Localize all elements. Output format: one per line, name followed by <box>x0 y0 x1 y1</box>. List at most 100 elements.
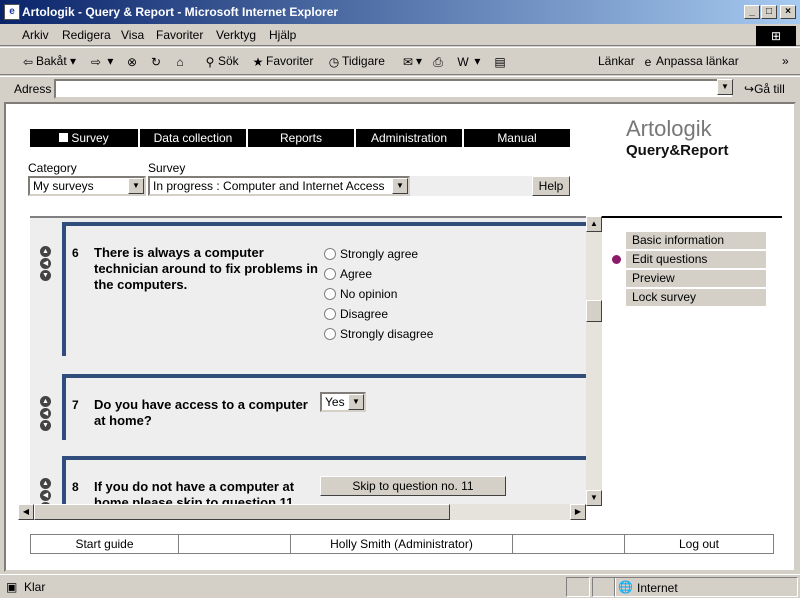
search-button[interactable]: ⚲ Sök <box>202 54 239 70</box>
status-pane-1 <box>566 577 590 597</box>
go-arrow-icon: ↪ <box>744 82 755 96</box>
links-label[interactable]: Länkar <box>598 54 635 68</box>
search-icon: ⚲ <box>205 55 215 69</box>
radio-disagree[interactable] <box>324 308 336 320</box>
active-tab-marker <box>59 133 69 142</box>
toolbar-overflow-icon[interactable]: » <box>782 54 789 68</box>
tab-reports[interactable]: Reports <box>248 129 354 147</box>
scroll-left-icon[interactable]: ◀ <box>18 504 34 520</box>
menu-hjalp[interactable]: Hjälp <box>269 28 296 42</box>
menu-favoriter[interactable]: Favoriter <box>156 28 203 42</box>
menu-redigera[interactable]: Redigera <box>62 28 111 42</box>
tab-manual[interactable]: Manual <box>464 129 570 147</box>
menu-visa[interactable]: Visa <box>121 28 144 42</box>
move-up-icon[interactable]: ▲ <box>40 478 51 489</box>
move-down-icon[interactable]: ▼ <box>40 420 51 431</box>
questions-panel: ▲ ◀ ▼ 6 There is always a computer techn… <box>30 216 586 506</box>
windows-logo-icon: ⊞ <box>756 26 796 46</box>
title-bar: e Artologik - Query & Report - Microsoft… <box>0 0 800 24</box>
side-preview[interactable]: Preview <box>626 270 766 287</box>
globe-icon: 🌐 <box>618 580 633 594</box>
skip-question-button[interactable]: Skip to question no. 11 <box>320 476 506 496</box>
category-select[interactable]: My surveys ▼ <box>28 176 146 196</box>
favorites-button[interactable]: ★ Favoriter <box>250 54 314 70</box>
move-down-icon[interactable]: ▼ <box>40 270 51 281</box>
survey-select[interactable]: In progress : Computer and Internet Acce… <box>148 176 410 196</box>
question-6: 6 There is always a computer technician … <box>62 222 586 356</box>
vertical-scrollbar[interactable]: ▲ ▼ <box>586 216 602 506</box>
move-left-icon[interactable]: ◀ <box>40 408 51 419</box>
logout-link[interactable]: Log out <box>625 535 773 553</box>
stop-button[interactable]: ⊗ <box>124 54 140 70</box>
radio-agree[interactable] <box>324 268 336 280</box>
radio-no-opinion[interactable] <box>324 288 336 300</box>
option-label: No opinion <box>340 287 398 301</box>
status-bar: ▣ Klar 🌐 Internet <box>0 574 800 598</box>
page-content: Survey Data collection Reports Administr… <box>4 102 796 572</box>
footer-empty-1 <box>179 535 291 553</box>
refresh-button[interactable]: ↻ <box>148 54 164 70</box>
active-bullet-icon <box>612 255 621 264</box>
minimize-button[interactable]: _ <box>744 5 760 19</box>
question-7: 7 Do you have access to a computer at ho… <box>62 374 586 440</box>
close-button[interactable]: × <box>780 5 796 19</box>
address-dropdown-icon[interactable]: ▼ <box>717 79 733 95</box>
address-input[interactable] <box>54 79 734 99</box>
back-button[interactable]: ⇦ Bakåt ▾ <box>20 54 76 70</box>
ie-link-icon: e <box>644 55 652 69</box>
print-button[interactable]: ⎙ <box>430 54 446 70</box>
question-number: 6 <box>72 246 79 260</box>
mail-icon: ✉ <box>402 55 414 69</box>
chevron-down-icon: ▼ <box>392 178 408 194</box>
back-arrow-icon: ⇦ <box>22 55 34 69</box>
forward-arrow-icon: ⇨ <box>90 55 102 69</box>
address-bar: Adress ▼ ↪Gå till <box>0 76 800 100</box>
option-label: Disagree <box>340 307 389 321</box>
history-button[interactable]: ◷ Tidigare <box>326 54 385 70</box>
horizontal-scrollbar[interactable]: ◀ ▶ <box>18 504 586 520</box>
mail-button[interactable]: ✉ ▾ <box>400 54 422 70</box>
discuss-button[interactable]: ▤ <box>492 54 508 70</box>
start-guide-link[interactable]: Start guide <box>31 535 179 553</box>
tab-survey[interactable]: Survey <box>30 129 138 147</box>
scroll-thumb[interactable] <box>586 300 602 322</box>
move-up-icon[interactable]: ▲ <box>40 246 51 257</box>
user-name: Holly Smith (Administrator) <box>291 535 513 553</box>
option-label: Strongly disagree <box>340 327 434 341</box>
logo-query-report: Query&Report <box>626 142 729 159</box>
home-button[interactable]: ⌂ <box>172 54 188 70</box>
scroll-down-icon[interactable]: ▼ <box>586 490 602 506</box>
customize-links[interactable]: e Anpassa länkar <box>640 54 739 70</box>
edit-button[interactable]: W ▾ <box>455 54 480 70</box>
chevron-down-icon: ▼ <box>128 178 144 194</box>
move-left-icon[interactable]: ◀ <box>40 490 51 501</box>
forward-button[interactable]: ⇨ ▾ <box>88 54 113 70</box>
footer-empty-2 <box>513 535 625 553</box>
menu-verktyg[interactable]: Verktyg <box>216 28 256 42</box>
home-computer-select[interactable]: Yes ▼ <box>320 392 366 412</box>
side-basic-information[interactable]: Basic information <box>626 232 766 249</box>
side-divider <box>602 216 782 218</box>
radio-strongly-disagree[interactable] <box>324 328 336 340</box>
filter-spacer <box>410 176 532 196</box>
category-label: Category <box>28 161 77 175</box>
side-lock-survey[interactable]: Lock survey <box>626 289 766 306</box>
tab-data-collection[interactable]: Data collection <box>140 129 246 147</box>
move-left-icon[interactable]: ◀ <box>40 258 51 269</box>
hscroll-thumb[interactable] <box>34 504 450 520</box>
menu-arkiv[interactable]: Arkiv <box>22 28 49 42</box>
radio-strongly-agree[interactable] <box>324 248 336 260</box>
home-icon: ⌂ <box>176 55 184 69</box>
logo-artologik: Artologik <box>626 116 712 141</box>
scroll-right-icon[interactable]: ▶ <box>570 504 586 520</box>
go-button[interactable]: ↪Gå till <box>744 82 785 96</box>
move-up-icon[interactable]: ▲ <box>40 396 51 407</box>
question-text: If you do not have a computer at home pl… <box>94 479 298 506</box>
question-number: 7 <box>72 398 79 412</box>
side-edit-questions[interactable]: Edit questions <box>626 251 766 268</box>
maximize-button[interactable]: □ <box>761 5 777 19</box>
zone-pane: 🌐 Internet <box>614 577 798 597</box>
help-button[interactable]: Help <box>532 176 570 196</box>
tab-administration[interactable]: Administration <box>356 129 462 147</box>
scroll-up-icon[interactable]: ▲ <box>586 216 602 232</box>
